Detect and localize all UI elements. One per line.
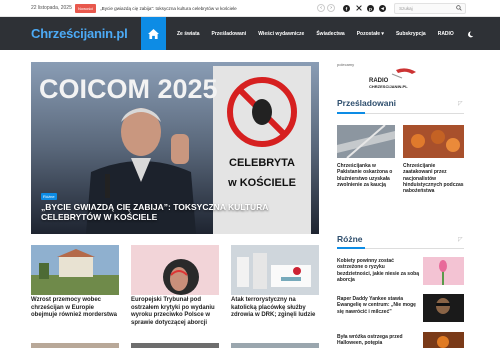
ticker-prev-button[interactable]: ‹ — [317, 4, 326, 12]
radio-logo[interactable]: RADIO CHRZESCIJANIN.PL — [366, 68, 430, 90]
section-various-title[interactable]: Różne — [337, 234, 363, 244]
persecuted-thumb-2[interactable] — [403, 125, 464, 158]
telegram-icon[interactable] — [379, 4, 387, 12]
various-title-1[interactable]: Kobiety powinny zostać ostrzeżone o ryzy… — [337, 258, 419, 283]
main-navbar: Chrześcijanin.pl Ze świata Prześladowani… — [0, 17, 500, 50]
card-1-title[interactable]: Wzrost przemocy wobec chrześcijan w Euro… — [31, 297, 121, 320]
recommended-label: polecamy — [337, 62, 355, 67]
x-twitter-icon[interactable] — [355, 5, 362, 12]
home-button[interactable] — [141, 17, 166, 50]
section-persecuted-title[interactable]: Prześladowani — [337, 98, 396, 108]
rss-icon[interactable]: ◸ — [458, 100, 463, 107]
persecuted-title-1[interactable]: Chrześcijanka w Pakistanie oskarżona o b… — [337, 163, 399, 188]
current-date: 22 listopada, 2025 — [31, 5, 72, 11]
nav-item-radio[interactable]: RADIO — [432, 31, 460, 37]
home-icon — [148, 28, 159, 39]
search-input[interactable]: Szukaj — [394, 2, 467, 14]
persecuted-thumb-1[interactable] — [337, 125, 395, 158]
card-3-image[interactable] — [231, 245, 319, 295]
news-badge: Nowości — [75, 3, 97, 13]
hero-photo-text: COICOM 2025 — [39, 74, 218, 104]
card-2-title[interactable]: Europejski Trybunał pod ostrzałem krytyk… — [131, 297, 223, 327]
nav-item-subscription[interactable]: Subskrypcja — [390, 31, 432, 37]
news-ticker-link[interactable]: „Bycie gwiazdą cię zabija”: toksyczna ku… — [100, 6, 313, 11]
nav-item-other[interactable]: Pozostałe ▾ — [351, 31, 390, 37]
various-title-2[interactable]: Raper Daddy Yankee stawia Ewangelię w ce… — [337, 296, 419, 315]
search-placeholder: Szukaj — [399, 5, 413, 11]
next-card-image[interactable] — [31, 343, 119, 348]
various-title-3[interactable]: Była wróżka ostrzega przed Halloween, po… — [337, 334, 419, 347]
ticker-next-button[interactable]: › — [327, 4, 336, 12]
sign-text-2: w KOŚCIELE — [227, 176, 296, 189]
various-thumb-3[interactable] — [423, 332, 464, 348]
rss-icon[interactable]: ◸ — [458, 236, 463, 243]
section-accent-bar — [337, 247, 365, 249]
next-card-image[interactable] — [231, 343, 319, 348]
site-logo[interactable]: Chrześcijanin.pl — [31, 26, 139, 41]
svg-text:p: p — [369, 7, 372, 11]
card-3-title[interactable]: Atak terrorystyczny na katolicką placówk… — [231, 297, 321, 320]
dark-mode-icon[interactable] — [467, 25, 474, 43]
hero-category-badge[interactable]: Różne — [41, 193, 57, 200]
search-icon[interactable] — [456, 4, 462, 12]
nav-item-persecuted[interactable]: Prześladowani — [206, 31, 253, 37]
various-thumb-1[interactable] — [423, 257, 464, 285]
page: 22 listopada, 2025 Nowości „Bycie gwiazd… — [0, 0, 500, 348]
sign-text-1: CELEBRYTA — [229, 157, 295, 169]
next-card-image[interactable] — [131, 343, 219, 348]
various-thumb-2[interactable] — [423, 294, 464, 322]
card-2-image[interactable] — [131, 245, 219, 295]
nav-item-testimonies[interactable]: Świadectwa — [310, 31, 350, 37]
facebook-icon[interactable]: f — [343, 4, 351, 12]
nav-item-publishing-news[interactable]: Wieści wydawnicze — [252, 31, 310, 37]
hero-title[interactable]: „Bycie gwiazdą cię zabija”: toksyczna ku… — [41, 202, 311, 222]
card-1-image[interactable] — [31, 245, 119, 295]
section-accent-bar — [337, 112, 365, 114]
pinterest-icon[interactable]: p — [367, 4, 375, 12]
hero-article[interactable]: CELEBRYTA w KOŚCIELE COICOM 2025 Różne „… — [31, 62, 319, 234]
persecuted-title-2[interactable]: Chrześcijanie zaatakowani przez nacjonal… — [403, 163, 465, 194]
radio-logo-text-2: CHRZESCIJANIN.PL — [369, 84, 408, 89]
nav-item-world[interactable]: Ze świata — [171, 31, 206, 37]
top-bar: 22 listopada, 2025 Nowości „Bycie gwiazd… — [0, 0, 500, 17]
